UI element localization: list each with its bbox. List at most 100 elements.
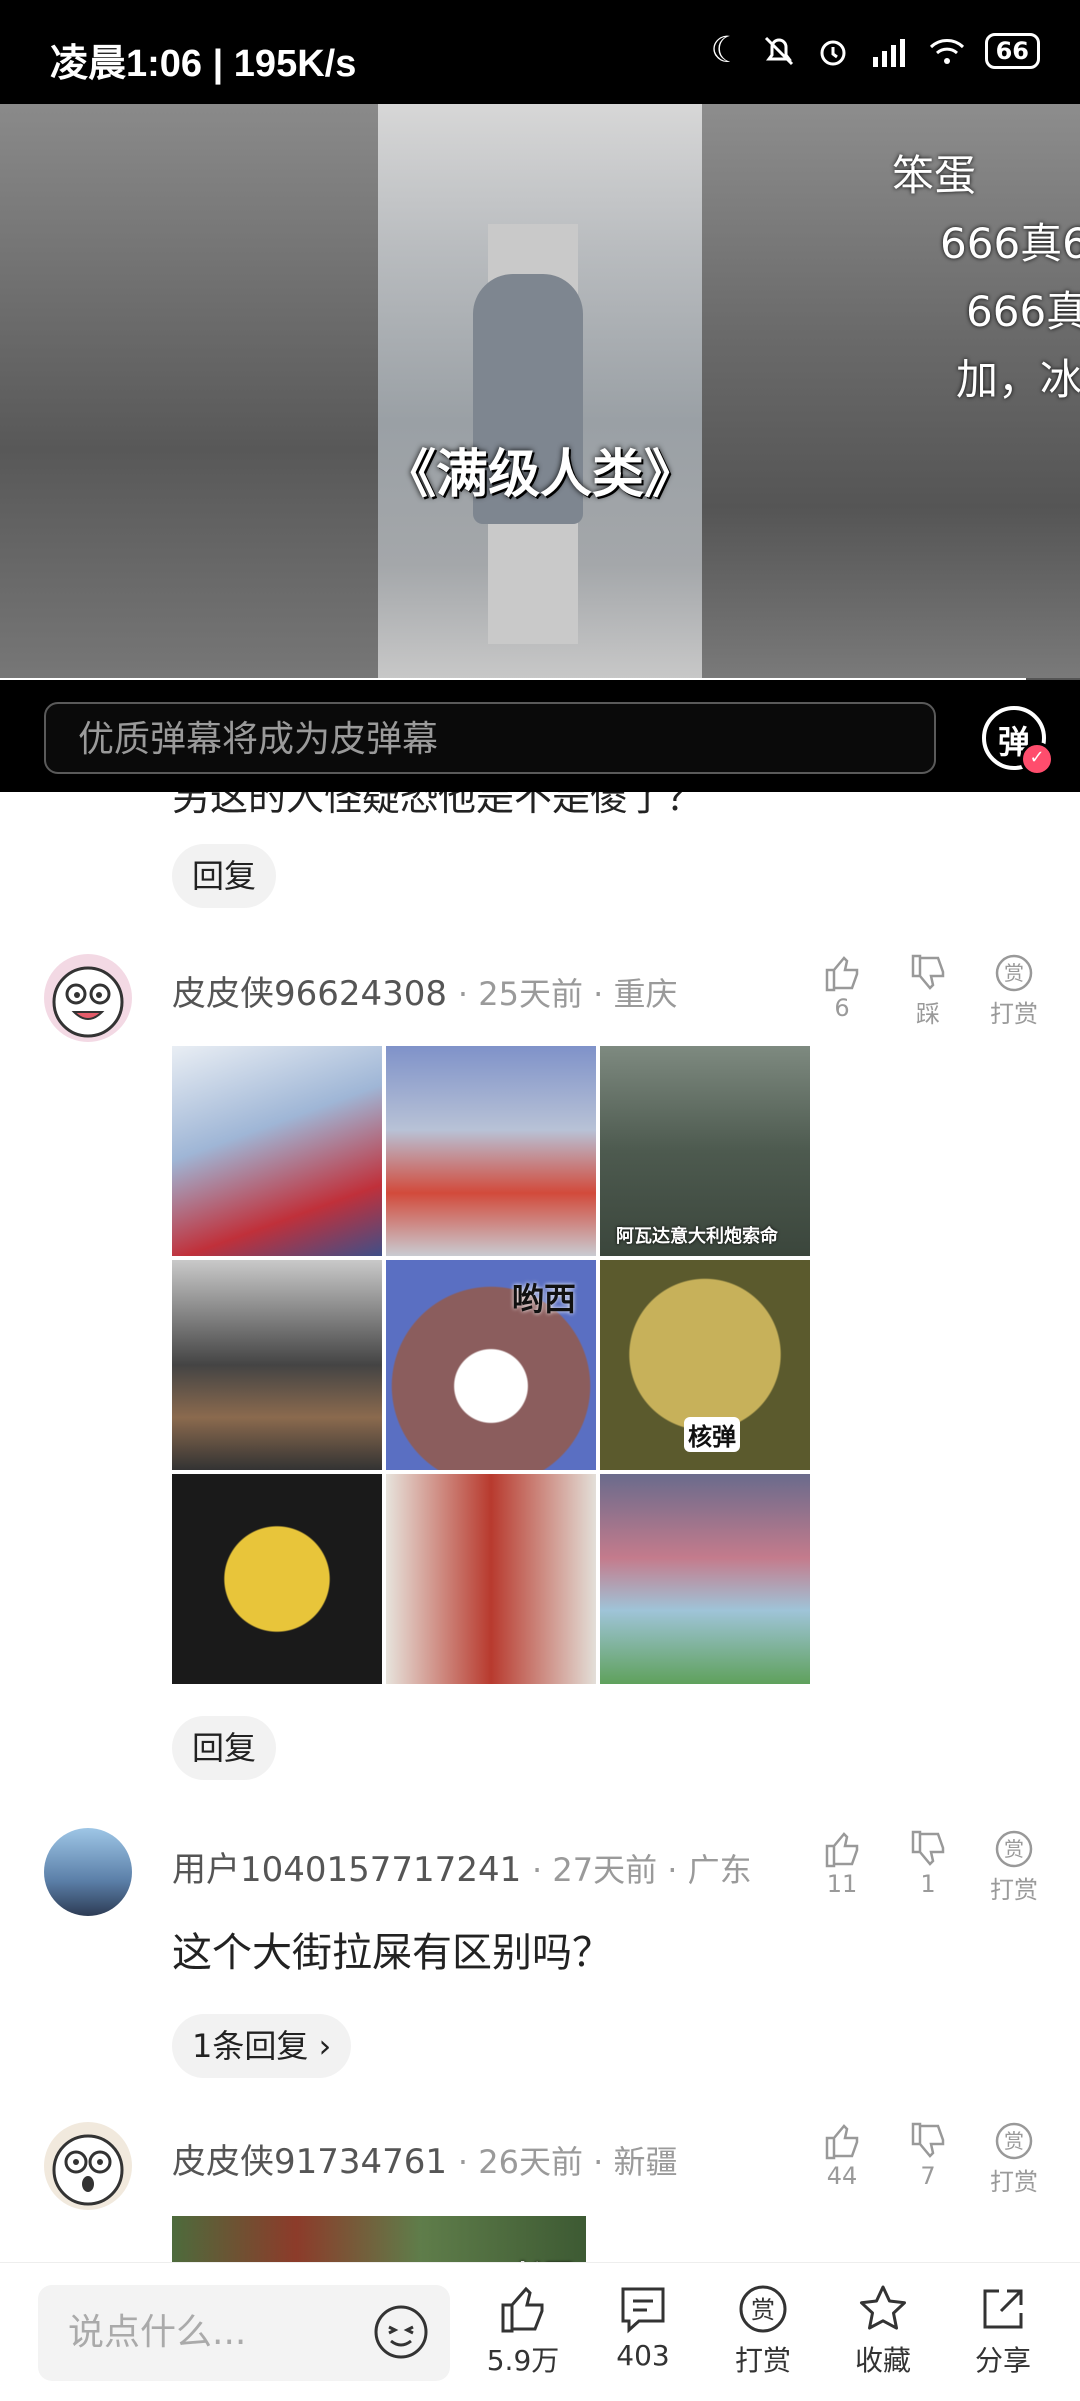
video-player[interactable]: 《满级人类》 笨蛋 666真6 666真 加，冰 [0,104,1080,680]
battery-icon: 66 [984,32,1040,69]
like-button[interactable]: 11 [812,1828,872,1898]
image-caption: 阿瓦达意大利炮索命 [616,1226,778,1247]
signal-icon [872,38,905,67]
avatar[interactable] [44,954,132,1042]
reward-label: 打赏 [990,1000,1038,1028]
comment-meta: 皮皮侠96624308 · 25天前 · 重庆 [172,966,677,1015]
avatar-face-icon [52,966,124,1038]
comment-text: 这个大街拉屎有区别吗？ [172,1930,612,1976]
reply-button[interactable]: 回复 [172,844,277,908]
danmaku-item: 666真6 [940,219,1080,268]
avatar[interactable] [44,1828,132,1916]
comment-time-location: · 26天前 · 新疆 [457,2143,678,2181]
thumb-up-icon [825,1832,859,1868]
like-count: 6 [834,994,850,1022]
danmaku-item: 笨蛋 [892,151,977,200]
share-button[interactable]: 分享 [958,2283,1048,2379]
like-video-count: 5.9万 [486,2344,560,2377]
grid-image[interactable]: 阿瓦达意大利炮索命 [600,1046,810,1256]
thumb-up-icon [501,2286,544,2333]
reward-button[interactable]: 赏 打赏 [984,1828,1044,1905]
grid-image[interactable] [386,1474,596,1684]
comment-time-location: · 27天前 · 广东 [532,1851,752,1889]
share-icon [983,2289,1023,2329]
dislike-label: 踩 [916,1000,940,1028]
avatar[interactable] [44,2122,132,2210]
reward-icon: 赏 [995,2122,1033,2160]
image-caption: 哟西 [511,1280,576,1318]
danmaku-bar: 优质弹幕将成为皮弹幕 弹 ✓ [0,680,1080,792]
view-replies-button[interactable]: 1条回复 › [172,2014,352,2078]
long-image[interactable]: 长图 [172,2216,586,2262]
danmaku-input[interactable]: 优质弹幕将成为皮弹幕 [44,702,936,774]
bottom-bar: 说点什么... 5.9万 403 赏 打赏 收藏 分享 [0,2262,1080,2401]
reward-icon: 赏 [995,954,1033,992]
wifi-icon [929,38,964,64]
comment-meta: 用户1040157717241 · 27天前 · 广东 [172,1842,752,1891]
grid-image[interactable] [172,1474,382,1684]
comment-time-location: · 25天前 · 重庆 [457,975,678,1013]
svg-text:赏: 赏 [751,2296,775,2324]
like-video-button[interactable]: 5.9万 [478,2283,568,2379]
favorite-label: 收藏 [854,2344,911,2377]
reward-button[interactable]: 赏 打赏 [984,2120,1044,2197]
reward-video-label: 打赏 [734,2344,791,2377]
favorite-button[interactable]: 收藏 [838,2283,928,2379]
thumb-up-icon [825,956,859,992]
thumb-up-icon [825,2124,859,2160]
image-grid: 阿瓦达意大利炮索命 哟西 核弹 [172,1046,816,1690]
comment-count: 403 [616,2339,670,2372]
comment-text-cutoff: 另这的人怪疑恐他是不是傻了？ [172,792,705,819]
star-icon [860,2285,906,2330]
video-frame [378,104,702,680]
comment-username[interactable]: 用户1040157717241 [172,1850,521,1890]
share-label: 分享 [974,2344,1031,2377]
grid-image[interactable]: 核弹 [600,1260,810,1470]
moon-icon: ☾ [710,30,743,71]
avatar-face-icon [52,2134,124,2206]
reward-icon: 赏 [995,1830,1033,1868]
grid-image[interactable]: 哟西 [386,1260,596,1470]
svg-text:赏: 赏 [1004,961,1024,985]
grid-image[interactable] [172,1046,382,1256]
reward-icon: 赏 [739,2285,787,2333]
thumb-down-icon [911,954,945,990]
comment-icon [621,2287,665,2334]
image-caption: 核弹 [684,1417,740,1452]
long-image-tag: 长图 [514,2252,574,2262]
dislike-count: 1 [920,1870,936,1898]
dislike-button[interactable]: 1 [898,1828,958,1898]
comment-username[interactable]: 皮皮侠91734761 [172,2142,447,2182]
thumb-down-icon [911,1830,945,1866]
like-count: 11 [826,1870,858,1898]
reward-video-button[interactable]: 赏 打赏 [718,2283,808,2379]
danmaku-item: 666真 [966,287,1080,336]
like-button[interactable]: 6 [812,952,872,1022]
reply-button[interactable]: 回复 [172,1716,277,1780]
comment-meta: 皮皮侠91734761 · 26天前 · 新疆 [172,2134,677,2183]
video-blur-left [0,104,378,680]
check-icon: ✓ [1020,742,1054,776]
danmaku-toggle-button[interactable]: 弹 ✓ [982,706,1054,776]
danmaku-item: 加，冰 [956,355,1080,404]
status-icons: ☾ 66 [710,30,1040,71]
dislike-count: 7 [920,2162,936,2190]
comment-list[interactable]: 另这的人怪疑恐他是不是傻了？ 回复 皮皮侠96624308 · 25天前 · 重… [0,792,1080,2262]
reward-button[interactable]: 赏 打赏 [984,952,1044,1029]
status-time: 凌晨1:06 | 195K/s [50,43,357,85]
grid-image[interactable] [386,1046,596,1256]
emoji-icon[interactable] [372,2303,430,2361]
dislike-button[interactable]: 7 [898,2120,958,2190]
svg-text:赏: 赏 [1004,1837,1024,1861]
like-button[interactable]: 44 [812,2120,872,2190]
status-bar: 凌晨1:06 | 195K/s ☾ 66 [0,0,1080,104]
comments-button[interactable]: 403 [598,2283,688,2372]
mute-bell-icon [764,36,793,65]
thumb-down-icon [911,2122,945,2158]
dislike-button[interactable]: 踩 [898,952,958,1029]
video-overlay-title: 《满级人类》 [383,445,696,505]
grid-image[interactable] [600,1474,810,1684]
svg-text:赏: 赏 [1004,2129,1024,2153]
grid-image[interactable] [172,1260,382,1470]
comment-username[interactable]: 皮皮侠96624308 [172,974,447,1014]
